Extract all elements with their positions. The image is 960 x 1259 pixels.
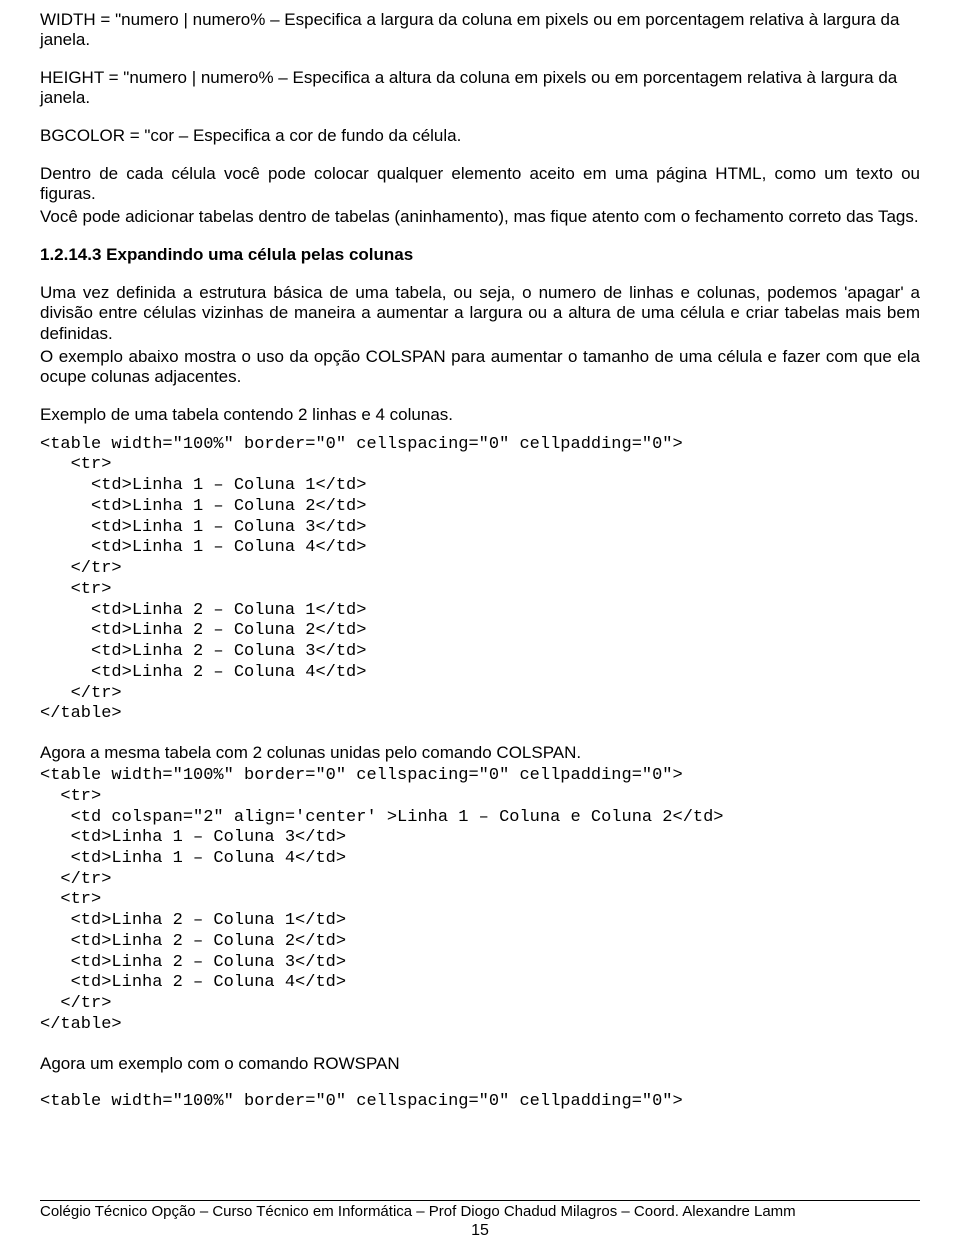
paragraph: Dentro de cada célula você pode colocar … bbox=[40, 164, 920, 204]
section-heading: 1.2.14.3 Expandindo uma célula pelas col… bbox=[40, 245, 920, 265]
expansion-description: Uma vez definida a estrutura básica de u… bbox=[40, 283, 920, 386]
paragraph: Exemplo de uma tabela contendo 2 linhas … bbox=[40, 405, 920, 425]
rowspan-intro: Agora um exemplo com o comando ROWSPAN bbox=[40, 1054, 920, 1074]
code-block-3: <table width="100%" border="0" cellspaci… bbox=[40, 1092, 920, 1113]
paragraph: HEIGHT = "numero | numero% – Especifica … bbox=[40, 68, 920, 108]
paragraph: WIDTH = "numero | numero% – Especifica a… bbox=[40, 10, 920, 50]
bgcolor-definition: BGCOLOR = "cor – Especifica a cor de fun… bbox=[40, 126, 920, 146]
page-number: 15 bbox=[40, 1222, 920, 1241]
width-definition: WIDTH = "numero | numero% – Especifica a… bbox=[40, 10, 920, 50]
page-content: WIDTH = "numero | numero% – Especifica a… bbox=[0, 0, 960, 1112]
height-definition: HEIGHT = "numero | numero% – Especifica … bbox=[40, 68, 920, 108]
paragraph: O exemplo abaixo mostra o uso da opção C… bbox=[40, 347, 920, 387]
paragraph: BGCOLOR = "cor – Especifica a cor de fun… bbox=[40, 126, 920, 146]
code-text: <table width="100%" border="0" cellspaci… bbox=[40, 435, 920, 725]
page-footer: Colégio Técnico Opção – Curso Técnico em… bbox=[40, 1200, 920, 1241]
paragraph: Agora a mesma tabela com 2 colunas unida… bbox=[40, 743, 920, 763]
footer-text: Colégio Técnico Opção – Curso Técnico em… bbox=[40, 1203, 920, 1221]
heading-text: 1.2.14.3 Expandindo uma célula pelas col… bbox=[40, 245, 920, 265]
paragraph: Você pode adicionar tabelas dentro de ta… bbox=[40, 207, 920, 227]
example-intro: Exemplo de uma tabela contendo 2 linhas … bbox=[40, 405, 920, 425]
paragraph: Uma vez definida a estrutura básica de u… bbox=[40, 283, 920, 343]
code-block-1: <table width="100%" border="0" cellspaci… bbox=[40, 435, 920, 725]
cell-content-note: Dentro de cada célula você pode colocar … bbox=[40, 164, 920, 227]
colspan-intro: Agora a mesma tabela com 2 colunas unida… bbox=[40, 743, 920, 763]
paragraph: Agora um exemplo com o comando ROWSPAN bbox=[40, 1054, 920, 1074]
code-text: <table width="100%" border="0" cellspaci… bbox=[40, 1092, 920, 1113]
code-block-2: <table width="100%" border="0" cellspaci… bbox=[40, 766, 920, 1036]
code-text: <table width="100%" border="0" cellspaci… bbox=[40, 766, 920, 1036]
